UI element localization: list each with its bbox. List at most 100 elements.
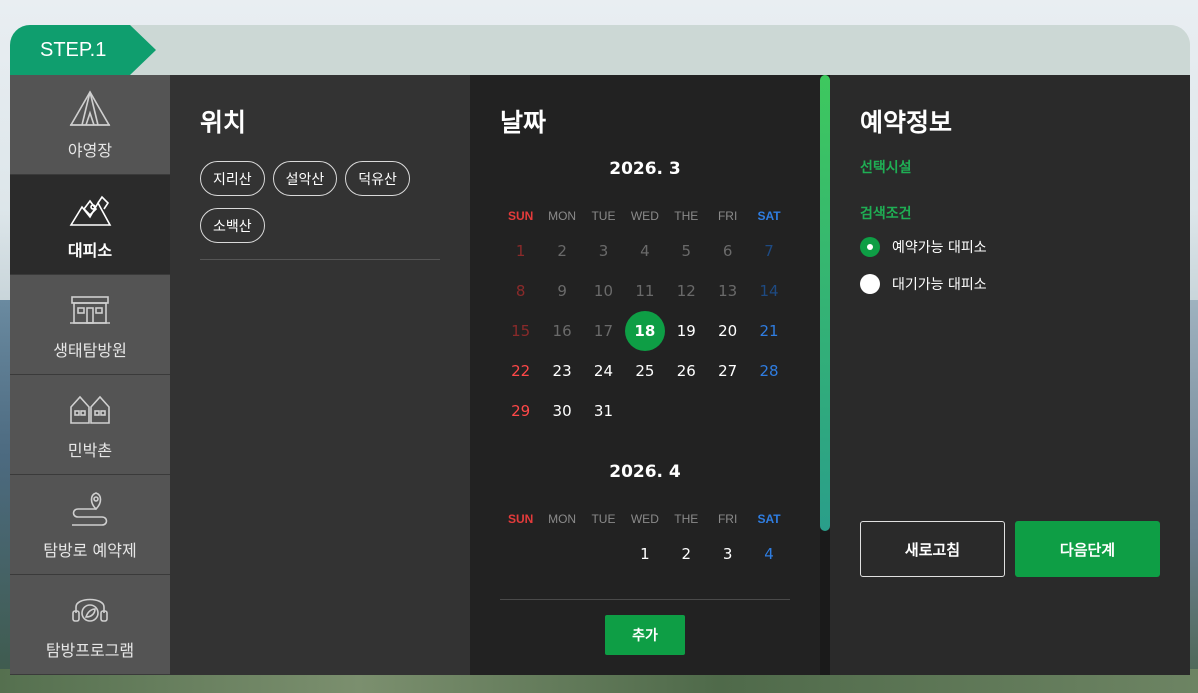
day-cell[interactable]: 6 [707, 231, 748, 271]
empty-day-cell [748, 391, 789, 431]
day-cell[interactable]: 27 [707, 351, 748, 391]
search-condition-label: 검색조건 [860, 206, 912, 222]
sidebar-item-campground[interactable]: 야영장 [10, 75, 170, 175]
day-number: 13 [718, 282, 738, 300]
calendar-week: 29 30 31 [500, 391, 790, 431]
reservation-panel: STEP.1 야영장 대피소 생태탐방원 민박촌 탐방로 예약제 탐방프로그램 … [10, 25, 1190, 675]
day-cell[interactable]: 7 [748, 231, 789, 271]
weekday-label: SAT [757, 209, 781, 223]
day-number: 5 [681, 242, 692, 260]
day-cell[interactable]: 20 [707, 311, 748, 351]
facility-sidebar: 야영장 대피소 생태탐방원 민박촌 탐방로 예약제 탐방프로그램 [10, 75, 170, 675]
refresh-button[interactable]: 새로고침 [860, 521, 1005, 577]
day-number: 4 [640, 242, 650, 260]
weekday-label: WED [630, 512, 659, 526]
sidebar-item-shelter[interactable]: 대피소 [10, 175, 170, 275]
day-cell[interactable]: 23 [541, 351, 582, 391]
day-number: 22 [511, 362, 531, 380]
day-cell[interactable]: 2 [666, 534, 707, 574]
info-title: 예약정보 [860, 108, 953, 137]
radio-button-selected[interactable] [860, 237, 880, 257]
day-cell[interactable]: 22 [500, 351, 541, 391]
month-title: 2026. 3 [609, 159, 681, 179]
day-number: 28 [759, 362, 779, 380]
day-number: 20 [718, 322, 738, 340]
step-bar: STEP.1 [10, 25, 1190, 75]
selected-day-cell[interactable]: 18 [624, 311, 665, 351]
day-number: 3 [722, 545, 733, 563]
sidebar-item-label: 민박촌 [67, 440, 113, 460]
day-number: 15 [511, 322, 531, 340]
day-cell[interactable]: 13 [707, 271, 748, 311]
day-number: 16 [552, 322, 572, 340]
sidebar-item-eco-center[interactable]: 생태탐방원 [10, 275, 170, 375]
option-waitlist-shelter[interactable]: 대기가능 대피소 [860, 274, 987, 294]
tent-icon [69, 89, 111, 126]
day-cell[interactable]: 10 [583, 271, 624, 311]
day-cell[interactable]: 28 [748, 351, 789, 391]
day-cell[interactable]: 5 [666, 231, 707, 271]
day-number: 26 [676, 362, 696, 380]
day-cell[interactable]: 3 [583, 231, 624, 271]
day-number: 1 [515, 242, 526, 260]
add-button[interactable]: 추가 [605, 615, 685, 655]
sidebar-item-label: 대피소 [67, 240, 113, 260]
next-step-button[interactable]: 다음단계 [1015, 521, 1160, 577]
day-number: 8 [515, 282, 526, 300]
sidebar-item-program[interactable]: 탐방프로그램 [10, 575, 170, 675]
empty-day-cell [541, 534, 582, 574]
day-cell[interactable]: 8 [500, 271, 541, 311]
weekday-label: SUN [508, 512, 534, 526]
location-chip[interactable]: 덕유산 [345, 161, 410, 196]
calendar-week: 1 2 3 4 5 6 7 [500, 231, 790, 271]
day-number: 17 [593, 322, 614, 340]
day-cell[interactable]: 1 [500, 231, 541, 271]
day-cell[interactable]: 29 [500, 391, 541, 431]
day-cell[interactable]: 3 [707, 534, 748, 574]
day-cell[interactable]: 16 [541, 311, 582, 351]
day-cell[interactable]: 24 [583, 351, 624, 391]
day-cell[interactable]: 4 [624, 231, 665, 271]
reservation-info-column: 예약정보 선택시설 검색조건 예약가능 대피소 대기가능 대피소 새로고침 다음… [830, 75, 1190, 675]
day-number: 27 [718, 362, 738, 380]
divider [200, 259, 440, 260]
day-cell[interactable]: 15 [500, 311, 541, 351]
day-cell[interactable]: 1 [624, 534, 665, 574]
trail-pin-icon [72, 491, 108, 526]
date-column: 날짜 2026. 3 SUN MON TUE WED THE FRI SAT 1 2 3 4 5 6 7 8 9… [470, 75, 830, 675]
scrollbar-thumb[interactable] [820, 75, 830, 531]
day-cell[interactable]: 25 [624, 351, 665, 391]
location-chip[interactable]: 지리산 [200, 161, 265, 196]
calendar-scroll-area[interactable]: 날짜 2026. 3 SUN MON TUE WED THE FRI SAT 1 2 3 4 5 6 7 8 9… [470, 75, 830, 675]
empty-day-cell [624, 391, 665, 431]
weekday-label: TUE [591, 512, 616, 526]
location-chip-list: 지리산 설악산 덕유산 소백산 [200, 161, 440, 243]
day-cell[interactable]: 9 [541, 271, 582, 311]
day-cell[interactable]: 14 [748, 271, 789, 311]
day-cell[interactable]: 11 [624, 271, 665, 311]
sidebar-item-trail-reservation[interactable]: 탐방로 예약제 [10, 475, 170, 575]
day-cell[interactable]: 2 [541, 231, 582, 271]
selected-facility-label: 선택시설 [860, 160, 912, 176]
day-cell[interactable]: 19 [666, 311, 707, 351]
day-number: 29 [511, 402, 531, 420]
weekday-label: SUN [508, 209, 534, 223]
day-number: 7 [764, 242, 774, 260]
location-chip[interactable]: 소백산 [200, 208, 265, 243]
day-cell[interactable]: 17 [583, 311, 624, 351]
day-cell[interactable]: 26 [666, 351, 707, 391]
day-cell[interactable]: 4 [748, 534, 789, 574]
day-cell[interactable]: 21 [748, 311, 789, 351]
day-cell[interactable]: 30 [541, 391, 582, 431]
day-cell[interactable]: 31 [583, 391, 624, 431]
sidebar-item-label: 탐방프로그램 [45, 640, 135, 660]
location-chip[interactable]: 설악산 [272, 161, 338, 196]
weekday-label: MON [548, 209, 577, 223]
sidebar-item-label: 생태탐방원 [53, 340, 127, 360]
sidebar-item-minbak[interactable]: 민박촌 [10, 375, 170, 475]
radio-button[interactable] [860, 274, 880, 294]
location-title: 위치 [200, 108, 247, 137]
option-available-shelter[interactable]: 예약가능 대피소 [860, 237, 987, 257]
weekday-header: SUN MON TUE WED THE FRI SAT [500, 512, 790, 526]
day-cell[interactable]: 12 [666, 271, 707, 311]
